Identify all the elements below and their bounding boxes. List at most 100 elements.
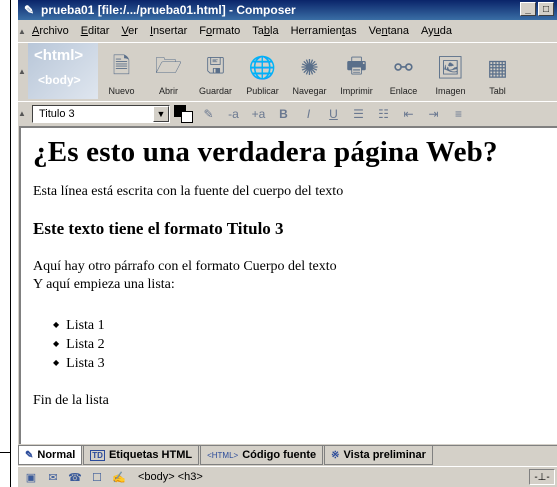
online-status-icon: -⊥- (529, 469, 555, 485)
tab-label: Normal (37, 449, 76, 461)
menu-grip-icon[interactable]: ▲ (18, 21, 26, 41)
format-toolbar: ▲ Titulo 3 ▼ ✎ -a +a B I U ☰ ☷ ⇤ ⇥ ≡ (18, 101, 557, 125)
minimize-button[interactable]: _ (520, 2, 536, 16)
menu-item[interactable]: Archivo (26, 25, 75, 37)
open-folder-icon: 🗁 (154, 53, 183, 78)
menu-item[interactable]: Editar (75, 25, 116, 37)
menu-item-text: ditar (88, 25, 110, 37)
tab-label: Código fuente (242, 449, 317, 461)
underline-icon[interactable]: U (321, 105, 346, 123)
toolbar-button-label: Publicar (246, 86, 279, 96)
menu-item[interactable]: Ver (115, 25, 144, 37)
table-icon: ▦ (487, 55, 508, 80)
left-divider (10, 0, 11, 487)
toolbar-button[interactable]: ✺ Navegar (286, 43, 333, 99)
status-bar: ▣ ✉ ☎ ☐ ✍ <body> <h3> -⊥- (18, 466, 557, 487)
badge-html-text: <html> (34, 47, 84, 64)
toolbar-button[interactable]: 🖶 Imprimir (333, 43, 380, 99)
menu-item[interactable]: Herramientas (285, 25, 363, 37)
numbered-list-icon[interactable]: ☷ (371, 105, 396, 123)
link-icon: ⚯ (394, 55, 413, 80)
source-icon: <HTML> (207, 450, 239, 460)
indent-icon[interactable]: ⇥ (421, 105, 446, 123)
smaller-font-icon[interactable]: -a (221, 105, 246, 123)
toolbar-button-label: Enlace (389, 86, 418, 96)
menu-item-text: er (128, 25, 138, 37)
pencil-icon: ✎ (25, 449, 34, 461)
background-color-swatch[interactable] (181, 110, 193, 123)
outdent-icon[interactable]: ⇤ (396, 105, 421, 123)
menu-item-text: tana (387, 25, 410, 37)
menu-item-text: F (199, 25, 206, 37)
highlight-icon[interactable]: ✎ (196, 105, 221, 123)
mail-icon[interactable]: ✉ (44, 470, 62, 485)
tab-source[interactable]: <HTML> Código fuente (200, 446, 324, 465)
second-paragraph-line2: Y aquí empieza una lista: (33, 277, 175, 292)
composer-window: ✎ prueba01 [file:/.../prueba01.html] - C… (18, 0, 557, 487)
chat-icon[interactable]: ✍ (110, 470, 128, 485)
menu-item-text: la (270, 25, 279, 37)
bullet-list-icon[interactable]: ☰ (346, 105, 371, 123)
tab-preview[interactable]: ※ Vista preliminar (324, 446, 433, 465)
toolbar-button[interactable]: ▦ Tabl (474, 43, 521, 99)
menu-item-text: rchivo (39, 25, 69, 37)
menu-item-text: Herramien (290, 25, 342, 37)
toolbar-button[interactable]: 🌐 Publicar (239, 43, 286, 99)
publish-icon: 🌐 (248, 55, 277, 80)
toolbar-button-label: Nuevo (108, 86, 135, 96)
window-title: prueba01 [file:/.../prueba01.html] - Com… (41, 3, 296, 17)
toolbar-button-label: Imagen (435, 86, 466, 96)
browse-icon: ✺ (300, 55, 319, 80)
format-grip-icon[interactable]: ▲ (18, 102, 26, 125)
title-bar[interactable]: ✎ prueba01 [file:/.../prueba01.html] - C… (18, 0, 557, 20)
closing-paragraph: Fin de la lista (33, 393, 109, 408)
main-toolbar: ▲ <html> <body> 🗎 Nuevo 🗁 Abrir 🖫 Guardar 🌐 Pub… (18, 42, 557, 100)
editor-content[interactable]: ¿Es esto una verdadera página Web? Esta … (19, 126, 557, 444)
bullet-list: Lista 1 Lista 2 Lista 3 (53, 316, 557, 373)
subheading: Este texto tiene el formato Titulo 3 (33, 219, 284, 238)
tag-breadcrumb[interactable]: <body> <h3> (138, 471, 203, 483)
toolbar-button[interactable]: 🖫 Guardar (192, 43, 239, 99)
menu-item[interactable]: Insertar (144, 25, 193, 37)
menu-item[interactable]: Formato (193, 25, 246, 37)
menu-item-text: rmato (212, 25, 241, 37)
toolbar-grip-icon[interactable]: ▲ (18, 43, 26, 99)
menu-item[interactable]: Tabla (246, 25, 284, 37)
toolbar-button-label: Guardar (198, 86, 233, 96)
paragraph-style-select[interactable]: Titulo 3 ▼ (32, 104, 170, 123)
page-background: ✎ prueba01 [file:/.../prueba01.html] - C… (0, 0, 557, 487)
menu-item[interactable]: Ventana (363, 25, 415, 37)
second-paragraph-line1: Aquí hay otro párrafo con el formato Cue… (33, 259, 337, 274)
menu-item-text: Ta (252, 25, 264, 37)
toolbar-button[interactable]: ⚯ Enlace (380, 43, 427, 99)
toolbar-button[interactable]: 🗁 Abrir (145, 43, 192, 99)
paragraph-style-value: Titulo 3 (39, 107, 75, 120)
menu-item[interactable]: Ayuda (415, 25, 458, 37)
italic-icon[interactable]: I (296, 105, 321, 123)
menu-item-text: Ay (421, 25, 434, 37)
toolbar-button[interactable]: 🗎 Nuevo (98, 43, 145, 99)
tab-html-tags[interactable]: TD Etiquetas HTML (83, 446, 200, 465)
image-icon: 🖼 (436, 55, 465, 80)
larger-font-icon[interactable]: +a (246, 105, 271, 123)
new-document-icon: 🗎 (112, 53, 131, 78)
navigator-icon[interactable]: ▣ (22, 470, 40, 485)
menu-item-text: as (344, 25, 357, 37)
menu-item-text: E (80, 25, 89, 37)
align-icon[interactable]: ≡ (446, 105, 471, 123)
menu-bar: ▲ Archivo Editar Ver Insertar Formato Tabla He… (18, 21, 557, 41)
tab-normal[interactable]: ✎ Normal (18, 446, 83, 465)
addressbook-icon[interactable]: ☎ (66, 470, 84, 485)
composer-icon[interactable]: ☐ (88, 470, 106, 485)
toolbar-button[interactable]: 🖼 Imagen (427, 43, 474, 99)
print-icon: 🖶 (346, 53, 367, 78)
edit-mode-tabs: ✎ Normal TD Etiquetas HTML <HTML> Código… (18, 445, 557, 465)
list-item: Lista 3 (53, 354, 557, 373)
composer-app-icon: ✎ (23, 3, 35, 17)
list-item: Lista 1 (53, 316, 557, 335)
text-color-picker[interactable] (174, 104, 196, 123)
chevron-down-icon[interactable]: ▼ (153, 105, 169, 122)
bold-icon[interactable]: B (271, 105, 296, 123)
left-divider-tick (0, 452, 11, 453)
maximize-button[interactable]: □ (538, 2, 554, 16)
